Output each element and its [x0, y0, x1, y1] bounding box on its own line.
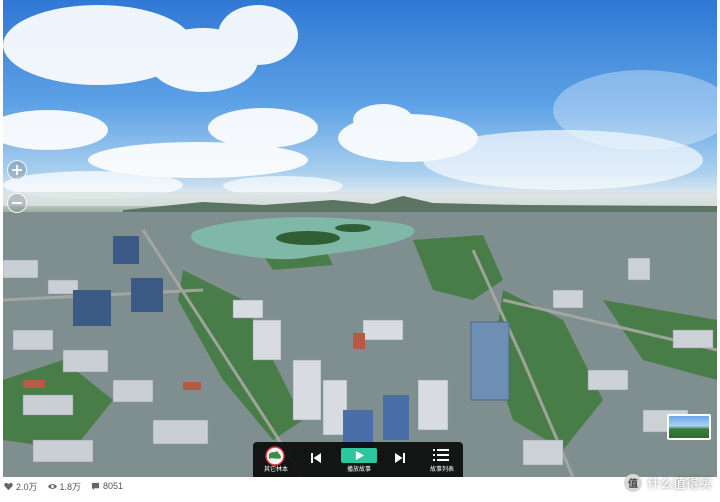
skip-back-icon: [311, 453, 321, 463]
globe-avatar-icon: [265, 446, 285, 466]
comment-icon: [91, 482, 100, 490]
zoom-in-button[interactable]: [7, 160, 27, 180]
site-watermark: 值 什么值得买: [623, 473, 712, 492]
play-button[interactable]: [341, 448, 377, 463]
story-list-button[interactable]: [433, 448, 449, 462]
previous-button[interactable]: [310, 451, 322, 463]
play-icon: [355, 451, 364, 460]
plus-icon: [12, 165, 22, 175]
comments-count: 8051: [103, 481, 124, 491]
watermark-text: 什么值得买: [646, 476, 712, 491]
list-icon: [433, 449, 449, 461]
story-avatar-button[interactable]: [265, 446, 285, 466]
story-list-label: 故事列表: [430, 467, 455, 473]
watermark-badge: 值: [623, 473, 642, 492]
views-count: 1.8万: [59, 481, 82, 492]
next-button[interactable]: [394, 451, 406, 463]
eye-icon: [47, 483, 57, 489]
likes-stat[interactable]: 2.0万: [4, 480, 38, 493]
play-story-label: 播放故事: [347, 467, 372, 473]
zoom-out-button[interactable]: [7, 193, 27, 213]
scene-thumbnail[interactable]: [667, 414, 711, 440]
story-control-bar: 其它林本 播放故事 故事列表: [253, 442, 463, 477]
skip-forward-icon: [395, 453, 405, 463]
heart-icon: [4, 482, 13, 490]
panorama-viewer[interactable]: [3, 0, 717, 477]
minus-icon: [12, 202, 22, 204]
story-label: 其它林本: [264, 467, 289, 473]
aerial-panorama-image: [3, 5, 717, 477]
comments-stat[interactable]: 8051: [91, 481, 123, 491]
views-stat: 1.8万: [47, 480, 82, 493]
stats-bar: 2.0万 1.8万 8051: [4, 480, 133, 492]
likes-count: 2.0万: [16, 481, 38, 492]
